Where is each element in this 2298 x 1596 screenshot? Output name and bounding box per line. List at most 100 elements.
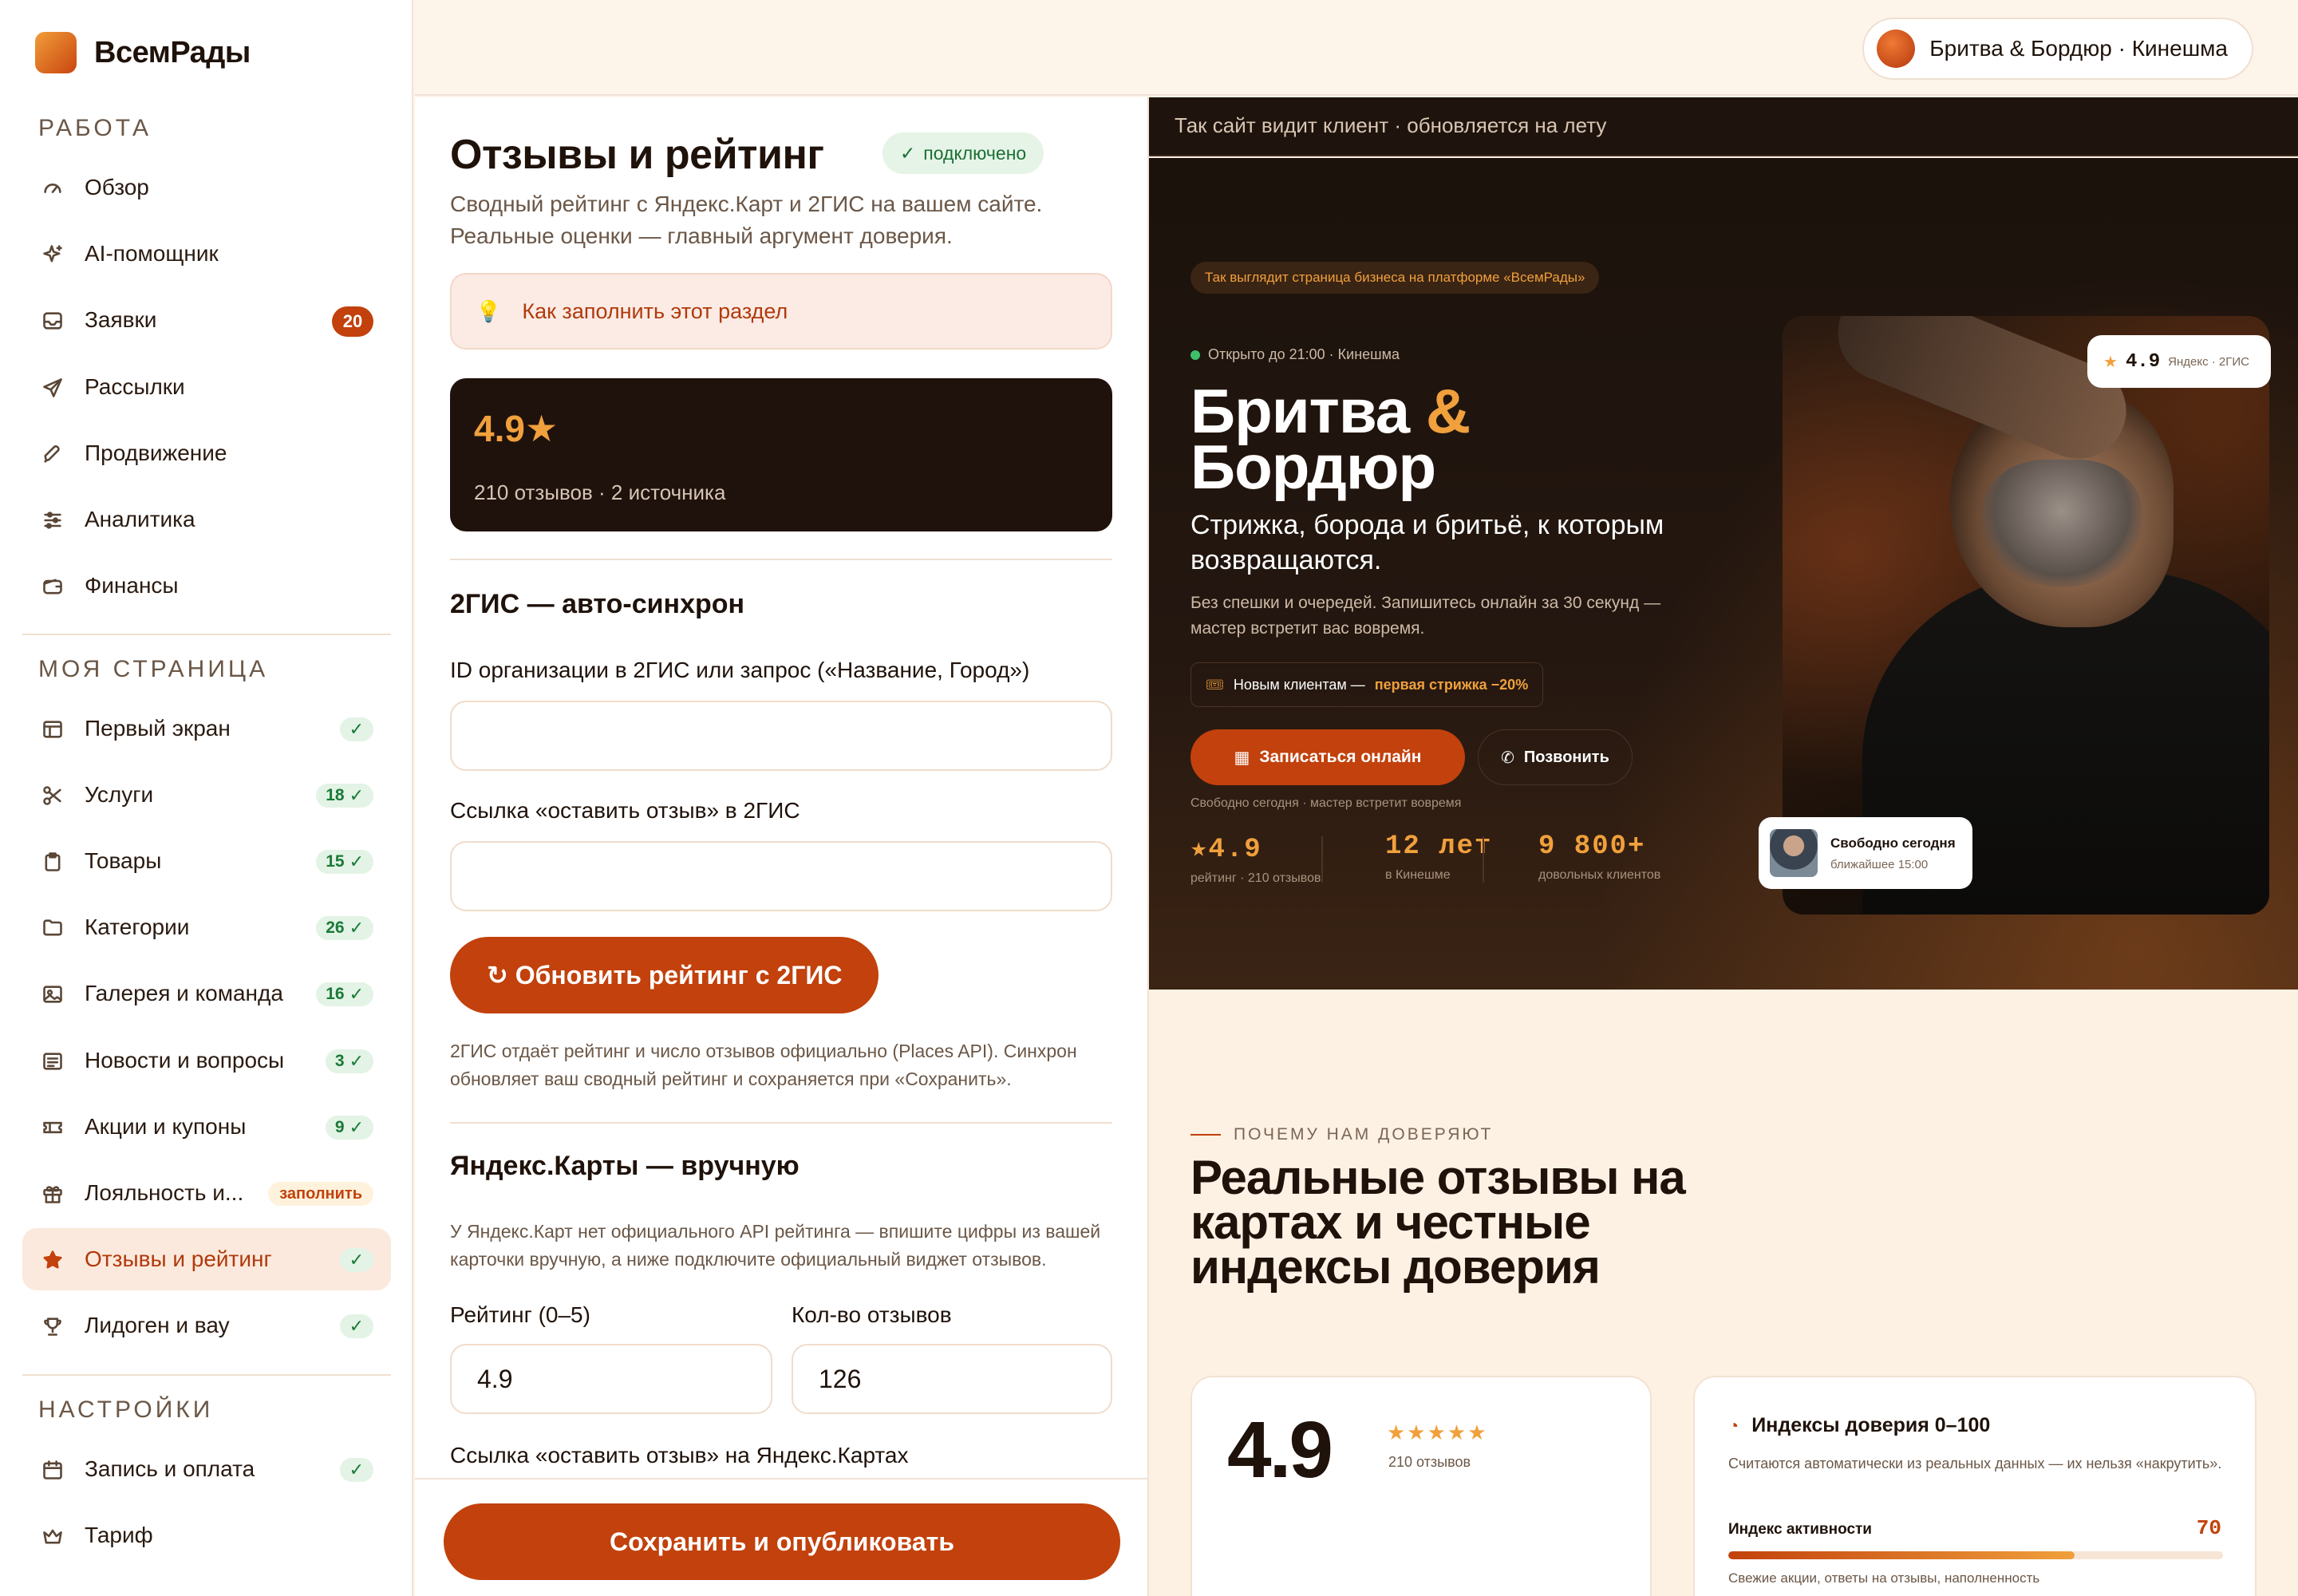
- sidebar-item-tariff[interactable]: Тариф: [22, 1504, 391, 1566]
- book-online-button[interactable]: ▦ Записаться онлайн: [1190, 729, 1465, 785]
- preview-hero: Так выглядит страница бизнеса на платфор…: [1149, 158, 2298, 990]
- news-icon: [41, 1050, 64, 1073]
- sidebar-item-label: AI-помощник: [85, 241, 219, 266]
- sidebar-item-booking[interactable]: Запись и оплата ✓: [22, 1438, 391, 1500]
- sidebar-item-label: Запись и оплата: [85, 1456, 255, 1481]
- gis-id-input[interactable]: [450, 701, 1112, 771]
- star-icon: [41, 1249, 64, 1271]
- sidebar-item-loyalty[interactable]: Лояльность и... заполнить: [22, 1162, 391, 1224]
- rating-card-count: 210 отзывов: [1388, 1454, 1471, 1470]
- master-avatar: [1770, 829, 1818, 877]
- howto-toggle[interactable]: 💡 Как заполнить этот раздел: [450, 273, 1112, 350]
- send-icon: [41, 377, 64, 399]
- count-badge: 9 ✓: [325, 1116, 373, 1140]
- wallet-icon: [41, 575, 64, 598]
- open-status: Открыто до 21:00 · Кинешма: [1190, 346, 1400, 363]
- activity-index-bar: [1728, 1551, 2223, 1559]
- sidebar-item-label: Заявки: [85, 307, 157, 332]
- sidebar-item-promotion[interactable]: Продвижение: [22, 422, 391, 484]
- yandex-rating-label: Рейтинг (0–5): [450, 1302, 590, 1327]
- sidebar-item-label: Продвижение: [85, 440, 227, 465]
- why-label: ПОЧЕМУ НАМ ДОВЕРЯЮТ: [1234, 1125, 1494, 1144]
- sidebar-item-promos[interactable]: Акции и купоны 9 ✓: [22, 1096, 391, 1158]
- sidebar-item-ai[interactable]: AI-помощник: [22, 223, 391, 285]
- status-dot-icon: [1190, 350, 1200, 360]
- trust-index-desc: Считаются автоматически из реальных данн…: [1728, 1456, 2222, 1472]
- sidebar-item-news[interactable]: Новости и вопросы 3 ✓: [22, 1029, 391, 1092]
- logo[interactable]: ВсемРады: [35, 32, 251, 73]
- check-icon: ✓: [349, 785, 364, 805]
- open-text: Открыто до 21:00 · Кинешма: [1208, 346, 1400, 362]
- check-icon: ✓: [349, 984, 364, 1004]
- yandex-link-label: Ссылка «оставить отзыв» на Яндекс.Картах: [450, 1443, 909, 1468]
- sidebar-item-leadgen[interactable]: Лидоген и вау ✓: [22, 1294, 391, 1357]
- sidebar-item-products[interactable]: Товары 15 ✓: [22, 830, 391, 892]
- stat-separator: [1483, 836, 1484, 883]
- sidebar-item-services[interactable]: Услуги 18 ✓: [22, 764, 391, 826]
- stat-value: ★4.9: [1190, 835, 1262, 865]
- call-button[interactable]: ✆ Позвонить: [1478, 729, 1633, 785]
- free-today-chip[interactable]: Свободно сегодня ближайшее 15:00: [1759, 817, 1972, 889]
- business-switcher[interactable]: Бритва & Бордюр · Кинешма: [1862, 18, 2253, 80]
- promo-highlight: первая стрижка −20%: [1374, 676, 1529, 693]
- sidebar-item-label: Отзывы и рейтинг: [85, 1246, 272, 1271]
- stat-label: в Кинешме: [1385, 868, 1451, 882]
- phone-icon: ✆: [1501, 749, 1514, 767]
- sidebar-item-finance[interactable]: Финансы: [22, 555, 391, 617]
- yandex-rating-input[interactable]: 4.9: [450, 1344, 772, 1414]
- sidebar-item-requests[interactable]: Заявки 20: [22, 289, 391, 351]
- sidebar-item-label: Акции и купоны: [85, 1114, 247, 1139]
- sidebar-item-label: Услуги: [85, 782, 154, 807]
- check-icon: ✓: [349, 719, 364, 739]
- rating-chip-source: Яндекс · 2ГИС: [2168, 354, 2250, 369]
- yandex-count-label: Кол-во отзывов: [792, 1302, 952, 1327]
- rocket-icon: [41, 443, 64, 465]
- sidebar-item-label: Новости и вопросы: [85, 1048, 285, 1073]
- divider: [450, 559, 1112, 560]
- refresh-gis-button[interactable]: ↻ Обновить рейтинг с 2ГИС: [450, 937, 879, 1013]
- count-value: 18: [326, 786, 345, 804]
- sidebar-item-categories[interactable]: Категории 26 ✓: [22, 896, 391, 958]
- call-label: Позвонить: [1523, 748, 1609, 766]
- top-bar: Бритва & Бордюр · Кинешма: [415, 0, 2298, 96]
- count-value: 3: [334, 1052, 345, 1070]
- summary-rating-card: 4.9★ 210 отзывов · 2 источника: [450, 378, 1112, 531]
- save-publish-button[interactable]: Сохранить и опубликовать: [444, 1503, 1120, 1580]
- hero-title-b: Бордюр: [1190, 432, 1436, 502]
- stat-clients: 9 800+ довольных клиентов: [1538, 832, 1660, 883]
- calendar-icon: [41, 1459, 64, 1481]
- rating-card-value: 4.9: [1227, 1405, 1333, 1495]
- stat-rating: ★4.9 рейтинг · 210 отзывов: [1190, 832, 1321, 886]
- section-title-page: МОЯ СТРАНИЦА: [38, 656, 269, 682]
- divider: [22, 634, 391, 635]
- sidebar-item-label: Лидоген и вау: [85, 1313, 230, 1337]
- gauge-icon: [41, 177, 64, 200]
- folder-icon: [41, 917, 64, 939]
- activity-index-fill: [1728, 1551, 2075, 1559]
- sidebar-item-analytics[interactable]: Аналитика: [22, 488, 391, 551]
- check-icon: ✓: [349, 1316, 364, 1336]
- sidebar-item-gallery[interactable]: Галерея и команда 16 ✓: [22, 962, 391, 1025]
- sidebar-item-reviews[interactable]: Отзывы и рейтинг ✓: [22, 1228, 391, 1290]
- sidebar-item-overview[interactable]: Обзор: [22, 156, 391, 219]
- promo-banner[interactable]: 🎟 Новым клиентам — первая стрижка −20%: [1190, 662, 1544, 707]
- sidebar-item-mailings[interactable]: Рассылки: [22, 356, 391, 418]
- sliders-icon: [41, 509, 64, 531]
- activity-index-label: Индекс активности: [1728, 1521, 1872, 1538]
- clipboard-icon: [41, 851, 64, 873]
- yandex-section-title: Яндекс.Карты — вручную: [450, 1151, 800, 1181]
- yandex-note: У Яндекс.Карт нет официального API рейти…: [450, 1221, 1101, 1270]
- logo-text: ВсемРады: [94, 35, 251, 69]
- inbox-icon: [41, 310, 64, 332]
- rating-chip: ★ 4.9 Яндекс · 2ГИС: [2087, 335, 2271, 388]
- yandex-count-input[interactable]: 126: [792, 1344, 1112, 1414]
- check-icon: ✓: [349, 851, 364, 871]
- lightbulb-icon: 💡: [476, 298, 502, 323]
- gis-link-input[interactable]: [450, 841, 1112, 911]
- page-title: Отзывы и рейтинг: [450, 132, 824, 178]
- sidebar-item-hero[interactable]: Первый экран ✓: [22, 697, 391, 760]
- trust-index-card: ◔ Индексы доверия 0–100 Считаются автомат…: [1693, 1376, 2257, 1596]
- gis-note: 2ГИС отдаёт рейтинг и число отзывов офиц…: [450, 1041, 1077, 1089]
- stat-separator: [1321, 836, 1323, 883]
- count-value: 9: [334, 1118, 345, 1136]
